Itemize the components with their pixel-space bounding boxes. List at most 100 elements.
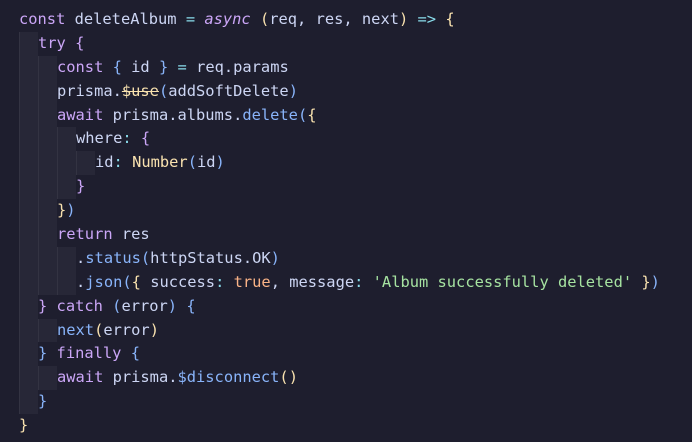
code-text: } catch (error) { bbox=[38, 297, 196, 315]
code-text: next(error) bbox=[57, 321, 159, 339]
indent-guide bbox=[19, 127, 38, 152]
code-token: success bbox=[150, 272, 216, 291]
indent-guide bbox=[38, 223, 57, 247]
code-token: ( bbox=[140, 248, 151, 267]
indent-guide bbox=[19, 79, 38, 104]
code-token: ) bbox=[167, 296, 187, 315]
code-line[interactable]: .json({ success: true, message: 'Album s… bbox=[19, 270, 692, 295]
indent-guide bbox=[38, 366, 57, 391]
code-token: await bbox=[57, 105, 113, 124]
code-token: = bbox=[177, 57, 197, 76]
code-token: } bbox=[38, 344, 57, 363]
code-token: ( bbox=[187, 153, 197, 172]
code-token: ( bbox=[122, 272, 132, 291]
code-line[interactable]: try { bbox=[19, 31, 692, 56]
indent-guide bbox=[57, 246, 76, 271]
code-token: : bbox=[215, 272, 234, 291]
indent-guide bbox=[19, 246, 38, 271]
code-line[interactable]: const deleteAlbum = async (req, res, nex… bbox=[19, 8, 692, 32]
code-line[interactable]: await prisma.albums.delete({ bbox=[19, 103, 692, 128]
code-token: { bbox=[130, 344, 140, 363]
code-token: } bbox=[76, 177, 86, 196]
code-line[interactable]: prisma.$use(addSoftDelete) bbox=[19, 79, 692, 104]
code-token: => bbox=[417, 10, 446, 28]
code-line[interactable]: } finally { bbox=[19, 342, 692, 367]
code-token: { bbox=[140, 129, 151, 148]
indent-guide bbox=[38, 199, 57, 224]
code-token: 'Album successfully deleted' bbox=[372, 272, 642, 291]
indent-guide bbox=[19, 31, 38, 56]
code-token: addSoftDelete bbox=[168, 81, 289, 100]
code-token: $disconnect bbox=[177, 368, 280, 387]
code-token: { bbox=[75, 33, 85, 52]
code-token: await bbox=[57, 368, 113, 387]
indent-guide bbox=[38, 270, 57, 295]
code-line[interactable]: where: { bbox=[19, 127, 692, 152]
code-token: const bbox=[19, 10, 75, 28]
code-line[interactable]: } bbox=[19, 414, 692, 438]
code-token: . bbox=[76, 272, 86, 291]
code-line[interactable]: return res bbox=[19, 223, 692, 247]
code-text: where: { bbox=[76, 129, 150, 147]
code-token: next bbox=[57, 320, 95, 339]
code-line[interactable]: const { id } = req.params bbox=[19, 55, 692, 80]
code-text: const deleteAlbum = async (req, res, nex… bbox=[19, 10, 455, 28]
code-token: const bbox=[57, 57, 113, 76]
code-token: : bbox=[122, 129, 141, 148]
code-text: return res bbox=[57, 225, 150, 243]
indent-guide bbox=[19, 366, 38, 391]
code-line[interactable]: await prisma.$disconnect() bbox=[19, 366, 692, 391]
indent-guide bbox=[19, 390, 38, 415]
code-token: : bbox=[354, 272, 373, 291]
code-text: } finally { bbox=[38, 344, 140, 362]
code-text: prisma.$use(addSoftDelete) bbox=[57, 82, 298, 100]
code-line[interactable]: } catch (error) { bbox=[19, 294, 692, 319]
code-text: } bbox=[19, 416, 28, 434]
indent-guide bbox=[38, 175, 57, 200]
code-token: } bbox=[38, 296, 57, 315]
code-token: ) bbox=[270, 248, 280, 267]
code-token: ) bbox=[398, 10, 418, 28]
code-token: { bbox=[307, 105, 317, 124]
indent-guide bbox=[38, 318, 57, 343]
code-line[interactable]: id: Number(id) bbox=[19, 151, 692, 176]
code-token: res bbox=[121, 225, 150, 244]
code-line[interactable]: next(error) bbox=[19, 318, 692, 343]
code-token: prisma. bbox=[112, 368, 178, 387]
code-token: { bbox=[186, 296, 196, 315]
code-text: const { id } = req.params bbox=[57, 58, 289, 76]
code-token: catch bbox=[56, 296, 113, 315]
code-token: error bbox=[121, 296, 168, 315]
indent-guide bbox=[19, 103, 38, 128]
code-line[interactable]: }) bbox=[19, 199, 692, 224]
code-token: () bbox=[279, 368, 298, 387]
code-token: { bbox=[445, 10, 455, 28]
code-token: message bbox=[289, 272, 355, 291]
code-token: json bbox=[85, 272, 123, 291]
code-line[interactable]: .status(httpStatus.OK) bbox=[19, 246, 692, 271]
indent-guide bbox=[19, 270, 38, 295]
code-token: prisma. bbox=[57, 81, 122, 100]
code-line[interactable]: } bbox=[19, 175, 692, 200]
code-token: req.params bbox=[196, 57, 289, 76]
code-token: prisma.albums. bbox=[112, 105, 243, 124]
code-token: httpStatus.OK bbox=[150, 248, 271, 267]
code-editor[interactable]: const deleteAlbum = async (req, res, nex… bbox=[0, 0, 692, 442]
indent-guide bbox=[19, 294, 38, 319]
code-line[interactable]: } bbox=[19, 390, 692, 415]
code-token: ) bbox=[66, 201, 76, 220]
indent-guide bbox=[38, 127, 57, 152]
code-text: } bbox=[38, 392, 47, 410]
code-token: } bbox=[158, 57, 178, 76]
code-token: id bbox=[131, 57, 159, 76]
indent-guide bbox=[19, 342, 38, 367]
indent-guide bbox=[38, 246, 57, 271]
indent-guide bbox=[38, 151, 57, 176]
indent-guide bbox=[57, 270, 76, 295]
indent-guide bbox=[19, 175, 38, 200]
indent-guide bbox=[76, 151, 95, 176]
indent-guide bbox=[57, 175, 76, 200]
code-token: ) bbox=[215, 153, 225, 172]
code-token: async bbox=[204, 10, 260, 28]
code-token: Number bbox=[132, 153, 188, 172]
